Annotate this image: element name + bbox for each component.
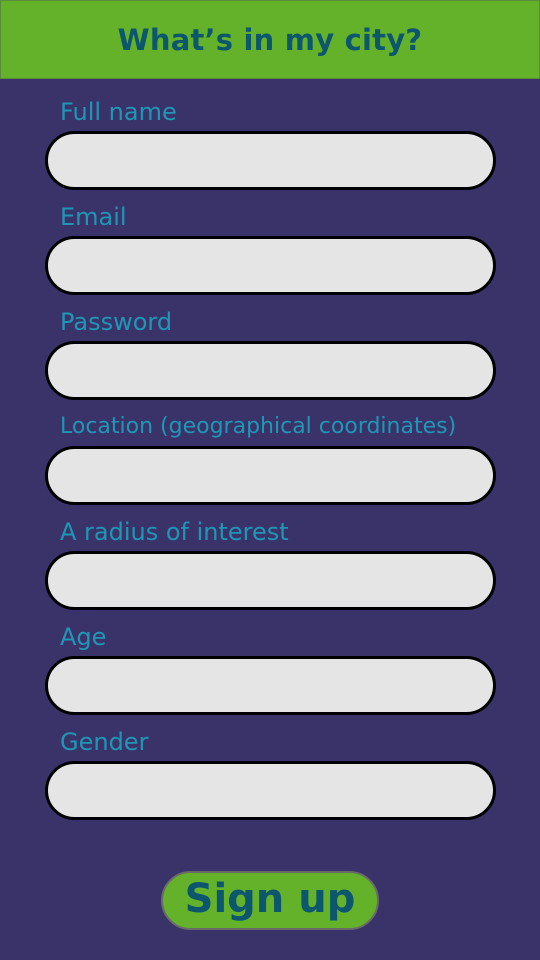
sign-up-button[interactable]: Sign up <box>161 871 379 930</box>
password-group: Password <box>45 307 496 400</box>
age-label: Age <box>60 623 107 651</box>
email-group: Email <box>45 202 496 295</box>
full-name-group: Full name <box>45 97 496 190</box>
password-label: Password <box>60 308 173 336</box>
email-input[interactable] <box>45 236 496 295</box>
location-label: Location (geographical coordinates) <box>60 414 457 439</box>
full-name-input[interactable] <box>45 131 496 190</box>
gender-group: Gender <box>45 727 496 820</box>
gender-label: Gender <box>60 728 149 756</box>
app-header: What’s in my city? <box>0 0 540 79</box>
location-input[interactable] <box>45 446 496 505</box>
gender-input[interactable] <box>45 761 496 820</box>
radius-group: A radius of interest <box>45 517 496 610</box>
location-group: Location (geographical coordinates) <box>45 412 496 505</box>
radius-label: A radius of interest <box>60 518 289 546</box>
radius-input[interactable] <box>45 551 496 610</box>
app-title: What’s in my city? <box>117 22 423 57</box>
full-name-label: Full name <box>60 98 177 126</box>
password-input[interactable] <box>45 341 496 400</box>
age-group: Age <box>45 622 496 715</box>
email-label: Email <box>60 203 127 231</box>
age-input[interactable] <box>45 656 496 715</box>
